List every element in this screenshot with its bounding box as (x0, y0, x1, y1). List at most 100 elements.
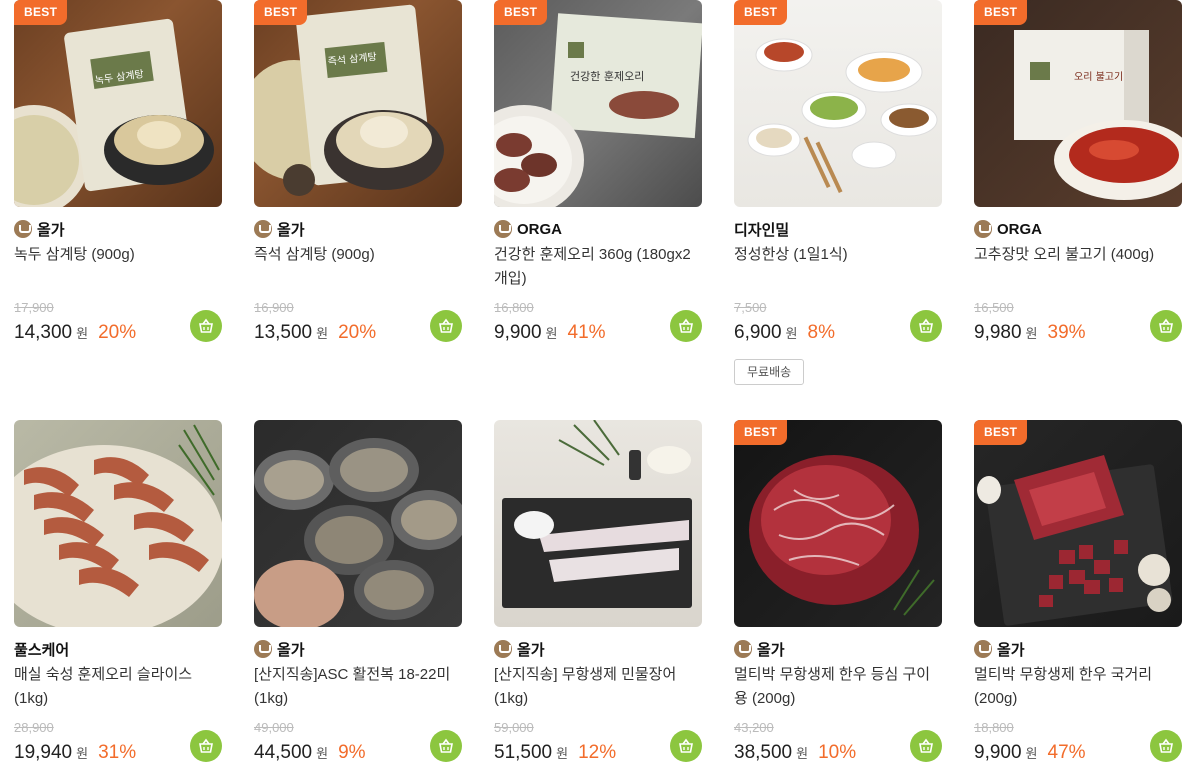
beef-sirloin-illustration (749, 455, 935, 616)
product-card[interactable]: 올가 [산지직송] 무항생제 민물장어 (1kg) 59,000 51,500 원… (494, 420, 702, 763)
brand-logo-icon (494, 220, 512, 238)
basket-icon (439, 318, 453, 333)
discount-rate: 31% (98, 742, 137, 763)
discount-rate: 47% (1047, 742, 1086, 763)
brand-name: 올가 (997, 641, 1025, 659)
brand: 올가 (494, 640, 545, 659)
basket-icon (199, 318, 213, 333)
package-text: 오리 불고기 (1074, 71, 1123, 83)
discount-rate: 20% (98, 322, 137, 343)
product-card[interactable]: 올가 [산지직송]ASC 활전복 18-22미(1kg) 49,000 44,5… (254, 420, 462, 763)
add-to-cart-button[interactable] (1150, 310, 1182, 342)
product-image[interactable] (254, 420, 462, 627)
best-badge: BEST (974, 0, 1028, 25)
product-image[interactable]: 오리 불고기 BEST (974, 0, 1182, 207)
currency: 원 (1025, 746, 1038, 761)
product-image[interactable] (494, 420, 702, 627)
basket-icon (199, 738, 213, 753)
brand: 올가 (974, 640, 1025, 659)
duck-bulgogi-illustration: 오리 불고기 (1014, 30, 1182, 200)
brand-logo-icon (494, 640, 512, 658)
product-name[interactable]: [산지직송] 무항생제 민물장어 (1kg) (494, 663, 702, 711)
product-name[interactable]: 녹두 삼계탕 (900g) (14, 243, 222, 267)
product-name[interactable]: 즉석 삼계탕 (900g) (254, 243, 462, 267)
product-name[interactable]: [산지직송]ASC 활전복 18-22미(1kg) (254, 663, 462, 711)
product-card[interactable]: 풀스케어 매실 숙성 훈제오리 슬라이스 (1kg) 28,900 19,940… (14, 420, 222, 763)
package-text: 건강한 훈제오리 (570, 70, 644, 83)
original-price: 18,800 (974, 720, 1014, 735)
add-to-cart-button[interactable] (190, 310, 222, 342)
currency: 원 (316, 326, 329, 341)
eel-illustration (502, 420, 692, 608)
meal-set-illustration (747, 38, 938, 194)
basket-icon (679, 738, 693, 753)
sale-price: 14,300 (14, 322, 73, 343)
brand-name: 올가 (517, 641, 545, 659)
product-card[interactable]: BEST 올가 멀티박 무항생제 한우 국거리 (200g) 18,800 9,… (974, 420, 1182, 763)
currency: 원 (796, 746, 809, 761)
product-image[interactable]: BEST (734, 0, 942, 207)
add-to-cart-button[interactable] (910, 310, 942, 342)
brand-logo-icon (254, 220, 272, 238)
product-name[interactable]: 정성한상 (1일1식) (734, 243, 942, 267)
sale-price: 13,500 (254, 322, 313, 343)
product-card[interactable]: 오리 불고기 BEST ORGA 고추장맛 오리 불고기 (400g) 16,5… (974, 0, 1182, 343)
product-image[interactable]: 건강한 훈제오리 BEST (494, 0, 702, 207)
original-price: 16,500 (974, 300, 1014, 315)
original-price: 59,000 (494, 720, 534, 735)
product-name[interactable]: 멀티박 무항생제 한우 국거리 (200g) (974, 663, 1182, 711)
product-image[interactable] (14, 420, 222, 627)
basket-icon (1159, 738, 1173, 753)
product-name[interactable]: 고추장맛 오리 불고기 (400g) (974, 243, 1182, 267)
brand-logo-icon (734, 640, 752, 658)
brand-logo-icon (254, 640, 272, 658)
currency: 원 (556, 746, 569, 761)
best-badge: BEST (734, 420, 788, 445)
product-name[interactable]: 매실 숙성 훈제오리 슬라이스 (1kg) (14, 663, 222, 711)
basket-icon (679, 318, 693, 333)
add-to-cart-button[interactable] (670, 310, 702, 342)
add-to-cart-button[interactable] (670, 730, 702, 762)
brand-name: 풀스케어 (14, 641, 70, 659)
brand: 올가 (734, 640, 785, 659)
brand-name: ORGA (517, 220, 562, 238)
product-name[interactable]: 건강한 훈제오리 360g (180gx2개입) (494, 243, 702, 291)
sale-price: 51,500 (494, 742, 553, 763)
brand: 올가 (254, 220, 305, 239)
discount-rate: 8% (807, 322, 835, 343)
product-image[interactable]: 녹두 삼계탕 BEST (14, 0, 222, 207)
product-card[interactable]: BEST 디자인밀 정성한상 (1일1식) 7,500 6,900 원 8% 무료배… (734, 0, 942, 385)
sale-price: 19,940 (14, 742, 73, 763)
currency: 원 (76, 326, 89, 341)
discount-rate: 9% (338, 742, 366, 763)
add-to-cart-button[interactable] (430, 310, 462, 342)
smoked-duck-illustration: 건강한 훈제오리 (494, 13, 702, 207)
product-name[interactable]: 멀티박 무항생제 한우 등심 구이용 (200g) (734, 663, 942, 711)
brand: 디자인밀 (734, 220, 789, 239)
discount-rate: 41% (567, 322, 606, 343)
add-to-cart-button[interactable] (190, 730, 222, 762)
add-to-cart-button[interactable] (430, 730, 462, 762)
samgyetang-illustration: 즉석 삼계탕 (254, 4, 444, 196)
brand: 올가 (254, 640, 305, 659)
product-card[interactable]: 즉석 삼계탕 BEST 올가 즉석 삼계탕 (900g) 16,900 13,5… (254, 0, 462, 343)
brand-name: 올가 (37, 221, 65, 239)
add-to-cart-button[interactable] (910, 730, 942, 762)
discount-rate: 20% (338, 322, 377, 343)
smoked-duck-slices-illustration (14, 424, 222, 627)
product-card[interactable]: 녹두 삼계탕 BEST 올가 녹두 삼계탕 (900g) 17,900 14,3… (14, 0, 222, 343)
brand: 올가 (14, 220, 65, 239)
brand-name: ORGA (997, 220, 1042, 238)
product-card[interactable]: 건강한 훈제오리 BEST ORGA 건강한 훈제오리 360g (180gx2… (494, 0, 702, 343)
best-badge: BEST (494, 0, 548, 25)
sale-price: 9,900 (974, 742, 1022, 763)
currency: 원 (76, 746, 89, 761)
brand: ORGA (974, 220, 1042, 238)
product-image[interactable]: BEST (734, 420, 942, 627)
product-image[interactable]: 즉석 삼계탕 BEST (254, 0, 462, 207)
best-badge: BEST (734, 0, 788, 25)
product-image[interactable]: BEST (974, 420, 1182, 627)
add-to-cart-button[interactable] (1150, 730, 1182, 762)
sale-price: 9,980 (974, 322, 1022, 343)
product-card[interactable]: BEST 올가 멀티박 무항생제 한우 등심 구이용 (200g) 43,200… (734, 420, 942, 763)
